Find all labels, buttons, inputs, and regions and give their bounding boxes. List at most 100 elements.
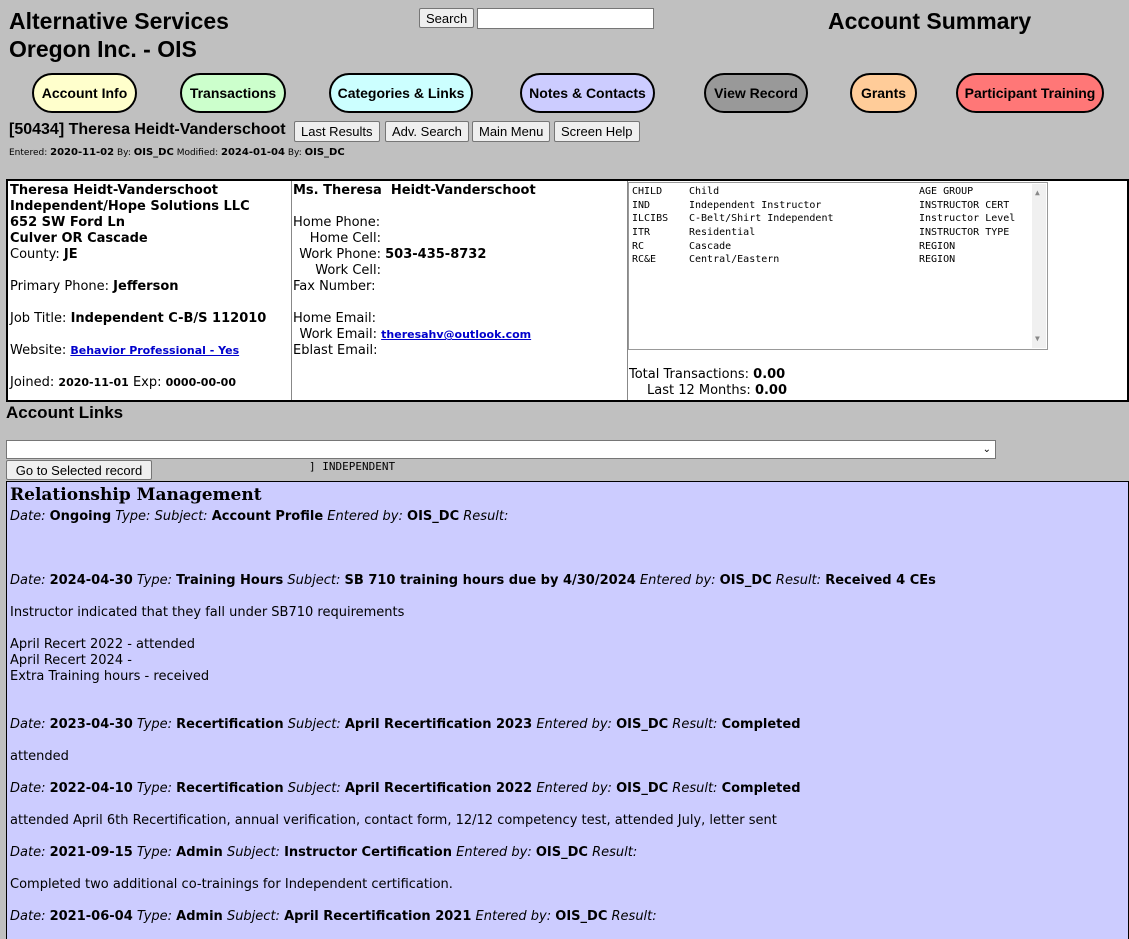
nav-categories-links[interactable]: Categories & Links (329, 73, 473, 113)
county-value: JE (63, 247, 78, 262)
modified-by-label: By: (287, 148, 302, 158)
adv-search-button[interactable]: Adv. Search (385, 121, 469, 142)
result-label: Result: (775, 573, 822, 588)
chevron-down-icon[interactable]: ⌄ (983, 441, 991, 458)
nav-participant-training[interactable]: Participant Training (956, 73, 1104, 113)
entered-by-label: Entered by: (475, 909, 552, 924)
home-phone-label: Home Phone: (293, 215, 381, 230)
category-group: REGION (919, 254, 956, 266)
entry-entered-by: OIS_DC (616, 781, 669, 796)
record-title: [50434] Theresa Heidt-Vanderschoot (9, 121, 286, 138)
fax-label: Fax Number: (293, 279, 376, 294)
nav-notes-contacts[interactable]: Notes & Contacts (520, 73, 655, 113)
entered-by-label: Entered by: (639, 573, 716, 588)
category-row[interactable]: ITR Residential INSTRUCTOR TYPE (632, 226, 1032, 240)
exp-value: 0000-00-00 (165, 376, 236, 389)
joined-label: Joined: (10, 375, 55, 390)
entry-subject: SB 710 training hours due by 4/30/2024 (344, 573, 636, 588)
category-code: IND (632, 199, 651, 211)
nav-account-info[interactable]: Account Info (32, 73, 137, 113)
entered-by-label: By: (116, 148, 131, 158)
category-code: RC&E (632, 254, 657, 266)
org-title: Alternative Services Oregon Inc. - OIS (9, 7, 309, 63)
subject-label: Subject: (226, 845, 280, 860)
entry-date: 2023-04-30 (49, 717, 133, 732)
entry-subject: April Recertification 2022 (344, 781, 533, 796)
type-label: Type: (136, 573, 173, 588)
website-link[interactable]: Behavior Professional - Yes (70, 344, 239, 357)
category-group: INSTRUCTOR TYPE (919, 227, 1010, 239)
entry-subject: Account Profile (211, 509, 324, 524)
categories-scrollbar[interactable]: ▲ ▼ (1032, 184, 1046, 348)
entered-by-label: Entered by: (536, 781, 612, 796)
category-row[interactable]: ILCIBS C-Belt/Shirt Independent Instructor… (632, 212, 1032, 226)
org-title-line1: Alternative Services (9, 8, 229, 34)
entry-entered-by: OIS_DC (535, 845, 588, 860)
entry-date: 2022-04-10 (49, 781, 133, 796)
account-links-heading: Account Links (6, 403, 124, 422)
date-label: Date: (10, 573, 46, 588)
search-button[interactable]: Search (419, 8, 475, 28)
work-email-link[interactable]: theresahv@outlook.com (381, 328, 531, 341)
result-label: Result: (672, 717, 718, 732)
entry-type: Recertification (176, 781, 284, 796)
entry-body: Completed two additional co-trainings fo… (10, 877, 453, 892)
modified-by: OIS_DC (304, 147, 345, 158)
nav-transactions[interactable]: Transactions (180, 73, 286, 113)
scroll-up-icon[interactable]: ▲ (1035, 186, 1040, 200)
entry-entered-by: OIS_DC (719, 573, 772, 588)
entry-date: 2021-06-04 (49, 909, 133, 924)
nav-label: Transactions (189, 85, 277, 101)
modified-date: 2024-01-04 (221, 147, 285, 158)
contact-column: Ms. Theresa Heidt-Vanderschoot Home Phon… (292, 181, 628, 400)
page-title: Account Summary (828, 8, 1032, 34)
address-city: Culver OR Cascade (10, 231, 148, 246)
home-cell-label: Home Cell: (309, 231, 381, 246)
category-group: AGE GROUP (919, 186, 974, 197)
nav-grants[interactable]: Grants (850, 73, 917, 113)
account-info-table: Theresa Heidt-Vanderschoot Independent/H… (6, 179, 1129, 402)
entry-header: Date: 2021-06-04 Type: Admin Subject: Ap… (10, 909, 657, 924)
entry-header: Date: 2024-04-30 Type: Training Hours Su… (10, 573, 936, 588)
main-menu-button[interactable]: Main Menu (472, 121, 551, 142)
nav-view-record[interactable]: View Record (704, 73, 808, 113)
date-label: Date: (10, 509, 46, 524)
entered-date: 2020-11-02 (50, 147, 115, 158)
search-input[interactable] (477, 8, 654, 29)
entry-date: 2021-09-15 (49, 845, 133, 860)
category-code: CHILD (632, 186, 663, 197)
relationship-panel: Relationship Management Date: Ongoing Ty… (6, 481, 1129, 939)
entered-by-label: Entered by: (456, 845, 532, 860)
website-label: Website: (10, 343, 67, 358)
category-row[interactable]: RC Cascade REGION (632, 240, 1032, 254)
go-to-selected-button[interactable]: Go to Selected record (6, 460, 152, 480)
entry-subject: April Recertification 2023 (344, 717, 533, 732)
entry-header: Date: 2021-09-15 Type: Admin Subject: In… (10, 845, 637, 860)
entered-by-label: Entered by: (327, 509, 403, 524)
entry-result: Completed (721, 781, 801, 796)
joined-value: 2020-11-01 (58, 376, 129, 389)
category-row[interactable]: IND Independent Instructor INSTRUCTOR CERT (632, 199, 1032, 213)
category-name: Child (689, 186, 720, 197)
address-street: 652 SW Ford Ln (10, 215, 125, 230)
type-label: Type: (136, 909, 173, 924)
category-row[interactable]: RC&E Central/Eastern REGION (632, 253, 1032, 267)
categories-listbox[interactable]: CHILD Child AGE GROUP IND Independent Instru… (628, 182, 1048, 350)
screen-help-button[interactable]: Screen Help (554, 121, 640, 142)
primary-phone-label: Primary Phone: (10, 279, 110, 294)
job-title-value: Independent C-B/S 112010 (70, 311, 267, 326)
entry-type: Admin (176, 845, 223, 860)
result-label: Result: (672, 781, 718, 796)
last-results-button[interactable]: Last Results (294, 121, 380, 142)
nav-label: Categories & Links (337, 85, 465, 101)
date-label: Date: (10, 909, 46, 924)
subject-label: Subject: (287, 717, 341, 732)
categories-column: CHILD Child AGE GROUP IND Independent Instru… (628, 181, 1129, 400)
category-row[interactable]: CHILD Child AGE GROUP (632, 185, 1032, 199)
subject-label: Subject: (287, 781, 341, 796)
scroll-down-icon[interactable]: ▼ (1035, 332, 1040, 346)
account-links-select[interactable]: 50377 [Instructor ] INDEPENDENT ⌄ (6, 440, 996, 473)
entry-entered-by: OIS_DC (407, 509, 460, 524)
entered-by-label: Entered by: (536, 717, 612, 732)
type-label: Type: (136, 781, 173, 796)
